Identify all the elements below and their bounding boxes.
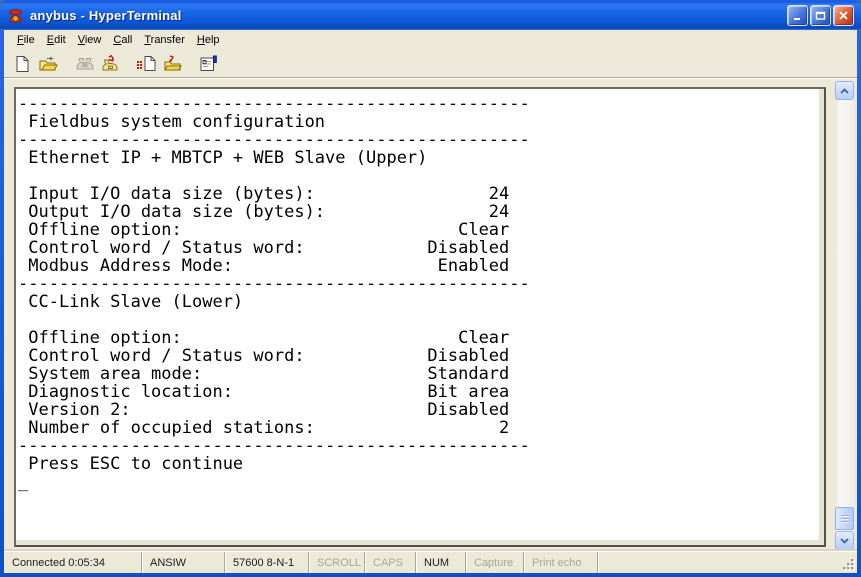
scrollbar-thumb[interactable] (835, 507, 854, 530)
status-print-echo-label: Print echo (532, 557, 582, 569)
open-button[interactable] (35, 52, 60, 76)
minimize-icon (792, 10, 803, 21)
menu-help[interactable]: Help (191, 32, 226, 48)
minimize-button[interactable] (787, 5, 808, 26)
send-button[interactable] (134, 52, 159, 76)
telephone-call-icon (100, 55, 120, 72)
chevron-up-icon (840, 88, 849, 94)
toolbar (4, 50, 857, 78)
new-document-icon (14, 55, 31, 73)
status-caps-lock: CAPS (365, 552, 416, 573)
close-button[interactable] (833, 5, 854, 26)
terminal-screen[interactable]: ----------------------------------------… (16, 89, 818, 539)
window-controls (785, 5, 854, 26)
menu-edit[interactable]: Edit (41, 32, 72, 48)
status-scroll-lock: SCROLL (309, 552, 365, 573)
telephone-icon (75, 56, 95, 71)
status-num-lock: NUM (416, 552, 466, 573)
status-capture-label: Capture (474, 557, 513, 569)
status-print-echo: Print echo (524, 552, 598, 573)
status-num-lock-label: NUM (424, 557, 449, 569)
new-connection-button[interactable] (10, 52, 35, 76)
status-emulation-label: ANSIW (150, 557, 186, 569)
menu-bar: File Edit View Call Transfer Help (4, 30, 857, 50)
properties-sheet-icon (199, 55, 218, 72)
window-title: anybus - HyperTerminal (30, 8, 182, 23)
hyperterminal-app-icon (7, 7, 25, 23)
properties-button[interactable] (196, 52, 221, 76)
scroll-down-button[interactable] (835, 531, 854, 550)
maximize-icon (815, 10, 826, 21)
disconnect-button[interactable] (97, 52, 122, 76)
scroll-up-button[interactable] (835, 81, 854, 100)
terminal-client-area: ----------------------------------------… (4, 78, 857, 551)
status-connection: Connected 0:05:34 (4, 552, 142, 573)
status-scroll-lock-label: SCROLL (317, 557, 361, 569)
vertical-scrollbar (835, 81, 854, 550)
scrollbar-track[interactable] (835, 100, 854, 531)
status-connection-label: Connected 0:05:34 (12, 557, 105, 569)
terminal-text: ----------------------------------------… (16, 89, 818, 491)
receive-button[interactable] (159, 52, 184, 76)
menu-transfer[interactable]: Transfer (138, 32, 191, 48)
send-file-icon (136, 55, 157, 72)
title-bar[interactable]: anybus - HyperTerminal (0, 0, 861, 30)
receive-folder-icon (162, 55, 182, 72)
chevron-down-icon (840, 538, 849, 544)
status-caps-lock-label: CAPS (373, 557, 403, 569)
menu-call[interactable]: Call (107, 32, 138, 48)
open-folder-icon (38, 56, 58, 72)
status-baud: 57600 8-N-1 (225, 552, 309, 573)
status-emulation: ANSIW (142, 552, 225, 573)
window-body: File Edit View Call Transfer Help (4, 30, 857, 573)
menu-view[interactable]: View (72, 32, 108, 48)
maximize-button[interactable] (810, 5, 831, 26)
hyperterminal-window: anybus - HyperTerminal File Edit View Ca… (0, 0, 861, 577)
resize-grip[interactable] (841, 557, 855, 571)
call-button[interactable] (72, 52, 97, 76)
close-icon (838, 10, 849, 21)
status-filler (598, 552, 857, 573)
status-baud-label: 57600 8-N-1 (233, 557, 294, 569)
menu-file[interactable]: File (11, 32, 41, 48)
status-capture: Capture (466, 552, 524, 573)
status-bar: Connected 0:05:34 ANSIW 57600 8-N-1 SCRO… (4, 551, 857, 573)
terminal-frame: ----------------------------------------… (14, 87, 826, 547)
